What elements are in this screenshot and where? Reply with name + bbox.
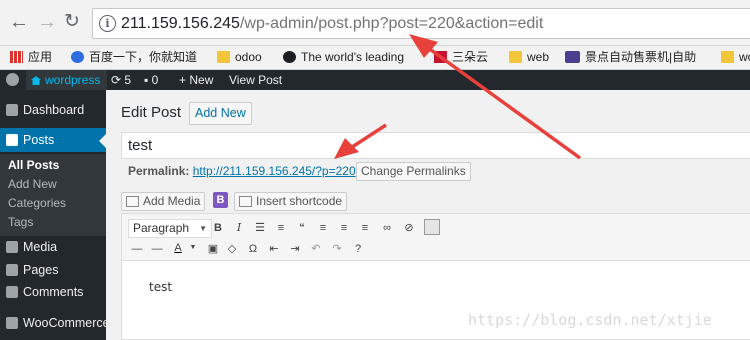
annotation-arrow-permalink xyxy=(334,123,387,159)
annotation-overlay xyxy=(334,34,582,160)
annotation-arrow-url xyxy=(409,34,582,160)
